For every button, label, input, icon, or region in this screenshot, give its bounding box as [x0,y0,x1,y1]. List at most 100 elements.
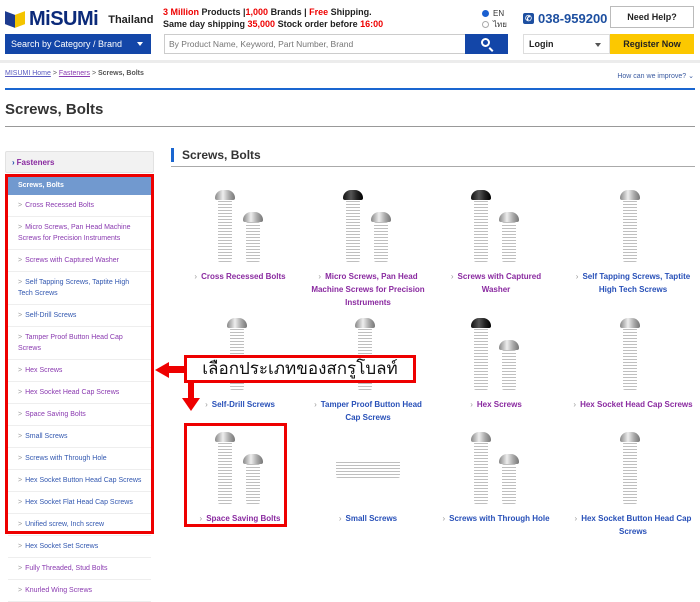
sidebar-item[interactable]: > Knurled Wing Screws [8,580,151,602]
chevron-right-icon: > [18,367,23,374]
search-input[interactable] [164,34,466,54]
promo-text: Stock order before [275,19,361,29]
annotation-callout: เลือกประเภทของสกรูโบลท์ [184,355,416,383]
product-link[interactable]: › Screws with Through Hole [432,512,560,525]
product-link[interactable]: › Small Screws [304,512,432,525]
sidebar-item-label: Screws with Through Hole [25,455,107,462]
sidebar-item-label: Hex Socket Head Cap Screws [25,389,120,396]
caret-down-icon [595,43,601,47]
radio-icon [482,10,489,17]
chevron-right-icon: › [318,272,322,281]
product-card[interactable]: › Cross Recessed Bolts [176,186,304,283]
breadcrumb-home[interactable]: MISUMI Home [5,70,51,77]
product-name: Self-Drill Screws [211,400,275,409]
product-image[interactable] [328,428,408,510]
sidebar-item[interactable]: > Screws with Captured Washer [8,250,151,272]
product-image[interactable] [593,428,673,510]
sidebar-item[interactable]: > Self-Drill Screws [8,305,151,327]
sidebar-item[interactable]: > Hex Socket Head Cap Screws [8,382,151,404]
misumi-logo[interactable]: MiSUMi Thailand [5,8,153,31]
login-dropdown[interactable]: Login [523,34,610,54]
sidebar-item[interactable]: > Micro Screws, Pan Head Machine Screws f… [8,217,151,250]
promo-stock-count: 35,000 [247,19,276,29]
chevron-right-icon: › [573,400,577,409]
arrow-left-icon [155,362,169,378]
promo-million: 3 Million [163,7,199,17]
register-button[interactable]: Register Now [610,34,694,54]
promo-text: Brands | [268,7,310,17]
sidebar-item[interactable]: > Tamper Proof Button Head Cap Screws [8,327,151,360]
product-card[interactable]: › Micro Screws, Pan Head Machine Screws f… [304,186,432,309]
promo-brands-count: 1,000 [245,7,269,17]
need-help-button[interactable]: Need Help? [610,6,694,28]
sidebar-item-label: Hex Socket Button Head Cap Screws [25,477,142,484]
sidebar-item[interactable]: > Hex Socket Set Screws [8,536,151,558]
arrow-down-icon [182,398,200,411]
chevron-right-icon: > [18,202,23,209]
chevron-right-icon: > [18,499,23,506]
sidebar-item[interactable]: > Hex Socket Button Head Cap Screws [8,470,151,492]
product-image[interactable] [593,186,673,268]
sidebar-item-label: Micro Screws, Pan Head Machine Screws fo… [18,224,131,242]
login-label: Login [529,39,554,49]
header: MiSUMi Thailand 3 Million Products |1,00… [0,0,700,60]
search-icon [481,38,490,47]
sidebar-item[interactable]: > Hex Screws [8,360,151,382]
breadcrumb-sep: > [90,70,98,77]
product-name: Small Screws [345,514,398,523]
promo-text: Shipping. [328,7,372,17]
product-link[interactable]: › Screws with Captured Washer [432,270,560,296]
product-link[interactable]: › Hex Screws [432,398,560,411]
feedback-link[interactable]: How can we improve? ⌄ [617,72,694,80]
product-link[interactable]: › Micro Screws, Pan Head Machine Screws f… [304,270,432,309]
product-card[interactable]: › Self Tapping Screws, Taptite High Tech … [569,186,697,296]
product-image[interactable] [593,314,673,396]
sidebar-item[interactable]: > Fully Threaded, Stud Bolts [8,558,151,580]
sidebar-item[interactable]: > Cross Recessed Bolts [8,195,151,217]
sidebar-item-label: Screws with Captured Washer [25,257,119,264]
product-image[interactable] [456,314,536,396]
product-card[interactable]: › Hex Socket Head Cap Screws [569,314,697,411]
product-link[interactable]: › Cross Recessed Bolts [176,270,304,283]
chevron-right-icon: > [18,543,23,550]
product-name: Hex Socket Button Head Cap Screws [581,514,692,536]
product-card[interactable]: › Hex Socket Button Head Cap Screws [569,428,697,538]
product-link[interactable]: › Tamper Proof Button Head Cap Screws [304,398,432,424]
search-button[interactable] [465,34,508,54]
product-card[interactable]: › Screws with Through Hole [432,428,560,525]
sidebar-item[interactable]: > Unified screw, Inch screw [8,514,151,536]
lang-option-th[interactable]: ไทย [482,19,507,30]
product-card[interactable]: › Screws with Captured Washer [432,186,560,296]
product-image[interactable] [200,186,280,268]
sidebar-item[interactable]: > Space Saving Bolts [8,404,151,426]
section-title: Screws, Bolts [171,148,261,162]
breadcrumb-fasteners[interactable]: Fasteners [59,70,90,77]
product-card[interactable]: › Hex Screws [432,314,560,411]
product-link[interactable]: › Hex Socket Button Head Cap Screws [569,512,697,538]
sidebar-parent-label: Fasteners [16,158,55,167]
lang-option-en[interactable]: EN [482,8,507,19]
product-link[interactable]: › Self Tapping Screws, Taptite High Tech … [569,270,697,296]
chevron-right-icon: › [314,400,317,409]
sidebar-item-label: Self Tapping Screws, Taptite High Tech S… [18,279,130,297]
sidebar-item[interactable]: > Screws with Through Hole [8,448,151,470]
caret-down-icon [137,42,143,46]
sidebar-item[interactable]: > Self Tapping Screws, Taptite High Tech … [8,272,151,305]
chevron-right-icon: > [18,521,23,528]
sidebar-item-label: Small Screws [25,433,68,440]
product-image[interactable] [456,428,536,510]
sidebar-item[interactable]: > Small Screws [8,426,151,448]
product-image[interactable] [328,186,408,268]
product-image[interactable] [456,186,536,268]
category-dropdown[interactable]: Search by Category / Brand [5,34,151,54]
product-name: Micro Screws, Pan Head Machine Screws fo… [311,272,425,307]
product-name: Self Tapping Screws, Taptite High Tech S… [582,272,691,294]
product-link[interactable]: › Hex Socket Head Cap Screws [569,398,697,411]
sidebar-item[interactable]: > Hex Socket Flat Head Cap Screws [8,492,151,514]
lang-label: EN [493,9,505,18]
sidebar-parent-fasteners[interactable]: › Fasteners [5,151,154,173]
category-label: Search by Category / Brand [11,39,123,49]
breadcrumb: MISUMI Home > Fasteners > Screws, Bolts [5,70,144,77]
product-card[interactable]: › Small Screws [304,428,432,525]
product-name: Hex Screws [476,400,522,409]
